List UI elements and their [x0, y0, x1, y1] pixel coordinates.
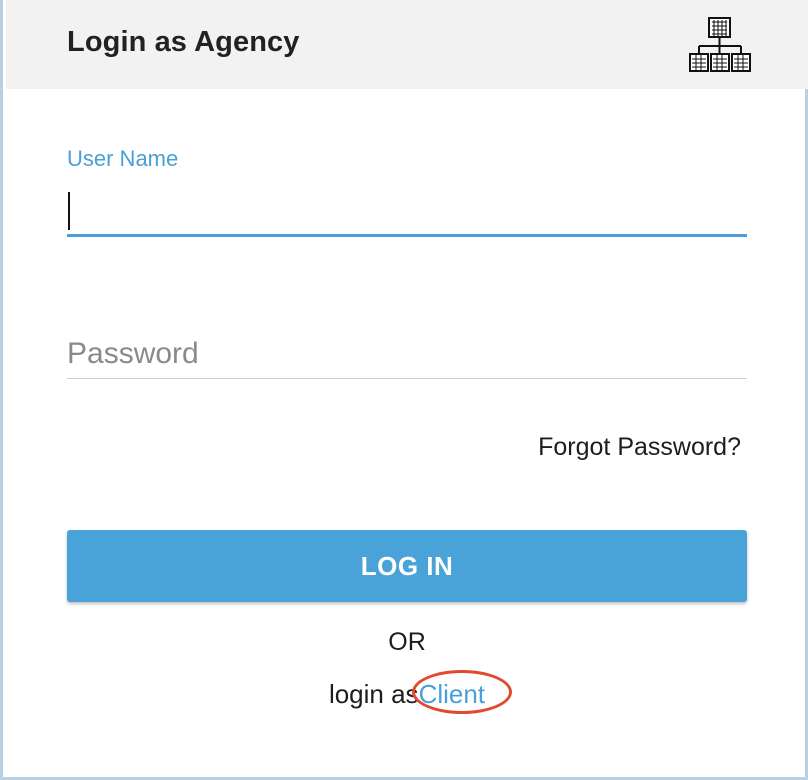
login-button[interactable]: LOG IN [67, 530, 747, 602]
login-panel: Login as Agency User Name Forgot Passwor… [0, 0, 808, 780]
password-input[interactable] [67, 330, 747, 379]
organization-chart-icon [689, 17, 751, 72]
username-label: User Name [67, 146, 179, 171]
client-link-wrapper: Client [411, 670, 512, 714]
alternate-login-row: login asClient [3, 670, 808, 714]
or-separator: OR [388, 628, 426, 656]
forgot-password-link[interactable]: Forgot Password? [538, 433, 741, 462]
username-input[interactable] [67, 188, 747, 237]
text-cursor [68, 192, 70, 230]
panel-header: Login as Agency [6, 0, 808, 89]
login-as-client-link[interactable]: Client [419, 679, 485, 709]
alternate-login-prefix: login as [328, 679, 419, 709]
page-title: Login as Agency [67, 26, 300, 58]
